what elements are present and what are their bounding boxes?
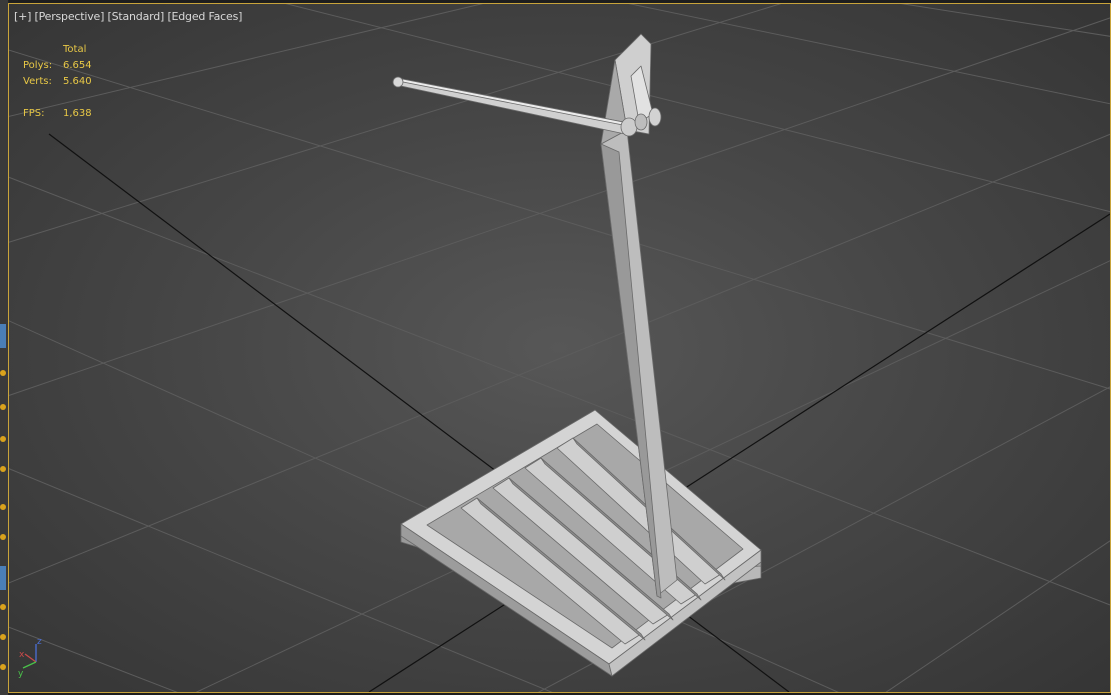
stats-polys-row: Polys: 6.654 [23,58,92,74]
perspective-viewport[interactable]: z x y [+] [Perspective] [Standard] [Edge… [8,3,1111,693]
stats-polys-value: 6.654 [63,60,92,71]
command-panel-tab-icon[interactable] [0,324,6,348]
light-bulb-icon[interactable] [0,504,6,510]
light-bulb-icon[interactable] [0,466,6,472]
stats-fps-label: FPS: [23,108,45,119]
stats-verts-value: 5.640 [63,76,92,87]
axis-tripod-gizmo: z x y [18,637,42,679]
statistics-overlay: Total Polys: 6.654 Verts: 5.640 FPS: 1,6… [23,42,92,122]
viewport-point-of-view-menu[interactable]: [Perspective] [35,10,105,23]
viewport-display-mode-menu[interactable]: [Edged Faces] [167,10,242,23]
command-panel-tab-icon[interactable] [0,566,6,590]
light-bulb-icon[interactable] [0,404,6,410]
viewport-scene[interactable]: z x y [9,4,1110,692]
light-bulb-icon[interactable] [0,634,6,640]
light-bulb-icon[interactable] [0,534,6,540]
light-bulb-icon[interactable] [0,370,6,376]
stats-polys-label: Polys: [23,60,53,71]
axis-z-label: z [37,637,42,647]
light-bulb-icon[interactable] [0,604,6,610]
stats-fps-value: 1,638 [63,108,92,119]
viewport-general-menu[interactable]: [+] [14,10,31,23]
stats-fps-row: FPS: 1,638 [23,106,92,122]
axis-y-label: y [18,669,24,679]
light-bulb-icon[interactable] [0,664,6,670]
viewport-label-menu: [+] [Perspective] [Standard] [Edged Face… [14,10,242,23]
stats-verts-label: Verts: [23,76,52,87]
viewport-shading-menu[interactable]: [Standard] [108,10,165,23]
light-bulb-icon[interactable] [0,436,6,442]
axis-x-label: x [19,650,25,660]
stats-total-header: Total [63,44,87,55]
stats-verts-row: Verts: 5.640 [23,74,92,90]
